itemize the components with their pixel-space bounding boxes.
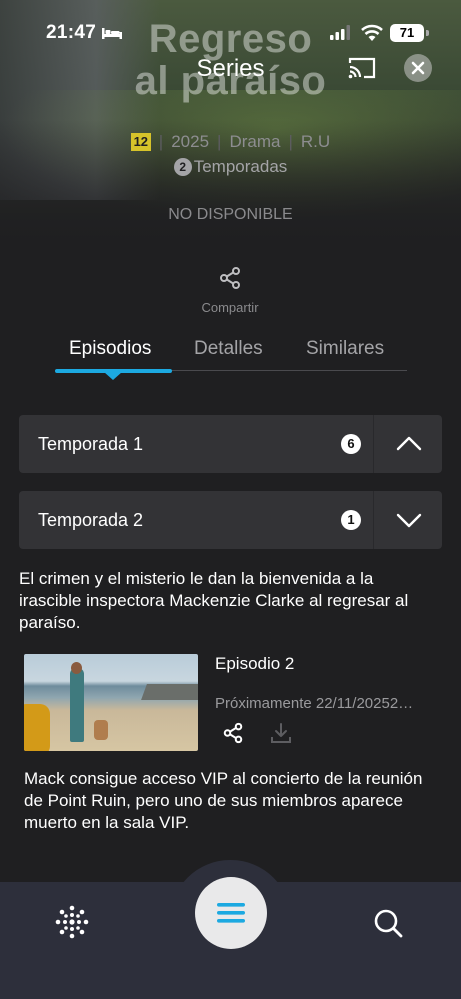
battery-tip <box>426 30 429 36</box>
country: R.U <box>300 132 331 151</box>
episode-release-date: Próximamente 22/11/20252… <box>215 695 414 712</box>
thumb-rock <box>141 684 198 700</box>
close-button[interactable] <box>404 54 432 82</box>
season-2-header[interactable]: Temporada 2 1 <box>19 491 442 549</box>
share-icon[interactable] <box>222 722 244 744</box>
genre: Drama <box>229 132 281 151</box>
seasons-count-badge: 2 <box>173 158 192 176</box>
thumb-head <box>71 662 82 674</box>
battery-indicator: 71 <box>390 24 424 42</box>
wifi-icon <box>361 24 383 41</box>
menu-button[interactable] <box>195 877 267 949</box>
close-icon <box>411 61 425 75</box>
page-title: Series <box>196 55 265 82</box>
episode-title[interactable]: Episodio 2 <box>215 654 294 674</box>
seasons-label: Temporadas <box>193 157 288 176</box>
seasons-summary: 2 Temporadas <box>0 157 461 177</box>
episode-count-badge: 1 <box>341 510 361 530</box>
chevron-up-icon <box>396 436 422 451</box>
cell-signal-icon <box>330 25 350 40</box>
home-dots-icon[interactable] <box>54 904 90 940</box>
show-metadata: 12 | 2025 | Drama | R.U <box>0 132 461 152</box>
tab-similares[interactable]: Similares <box>306 338 384 360</box>
download-icon[interactable] <box>270 722 292 744</box>
share-label: Compartir <box>201 300 259 315</box>
season-label: Temporada 1 <box>38 434 144 454</box>
menu-icon <box>217 903 245 923</box>
collapse-button[interactable] <box>373 415 442 473</box>
thumb-dog <box>94 720 108 740</box>
age-rating-badge: 12 <box>130 133 151 151</box>
status-time: 21:47 <box>46 22 97 43</box>
season-label: Temporada 2 <box>38 510 144 530</box>
tab-episodios[interactable]: Episodios <box>69 338 151 360</box>
status-bar: 21:47 71 <box>0 22 461 46</box>
share-icon <box>220 267 240 289</box>
active-tab-pointer <box>104 372 122 380</box>
thumb-person <box>70 668 84 742</box>
season-1-header[interactable]: Temporada 1 6 <box>19 415 442 473</box>
share-button[interactable]: Compartir <box>180 266 280 315</box>
cast-icon[interactable] <box>347 56 377 80</box>
thumb-car <box>24 704 50 751</box>
episode-thumbnail[interactable] <box>24 654 198 751</box>
episode-count-badge: 6 <box>341 434 361 454</box>
search-icon[interactable] <box>372 907 404 939</box>
sleep-focus-icon <box>102 28 122 39</box>
release-year: 2025 <box>171 132 210 151</box>
availability-status: NO DISPONIBLE <box>168 206 293 223</box>
season-description: El crimen y el misterio le dan la bienve… <box>19 569 409 632</box>
episode-description: Mack consigue acceso VIP al concierto de… <box>24 769 423 832</box>
tab-detalles[interactable]: Detalles <box>194 338 263 360</box>
expand-button[interactable] <box>373 491 442 549</box>
chevron-down-icon <box>396 513 422 528</box>
